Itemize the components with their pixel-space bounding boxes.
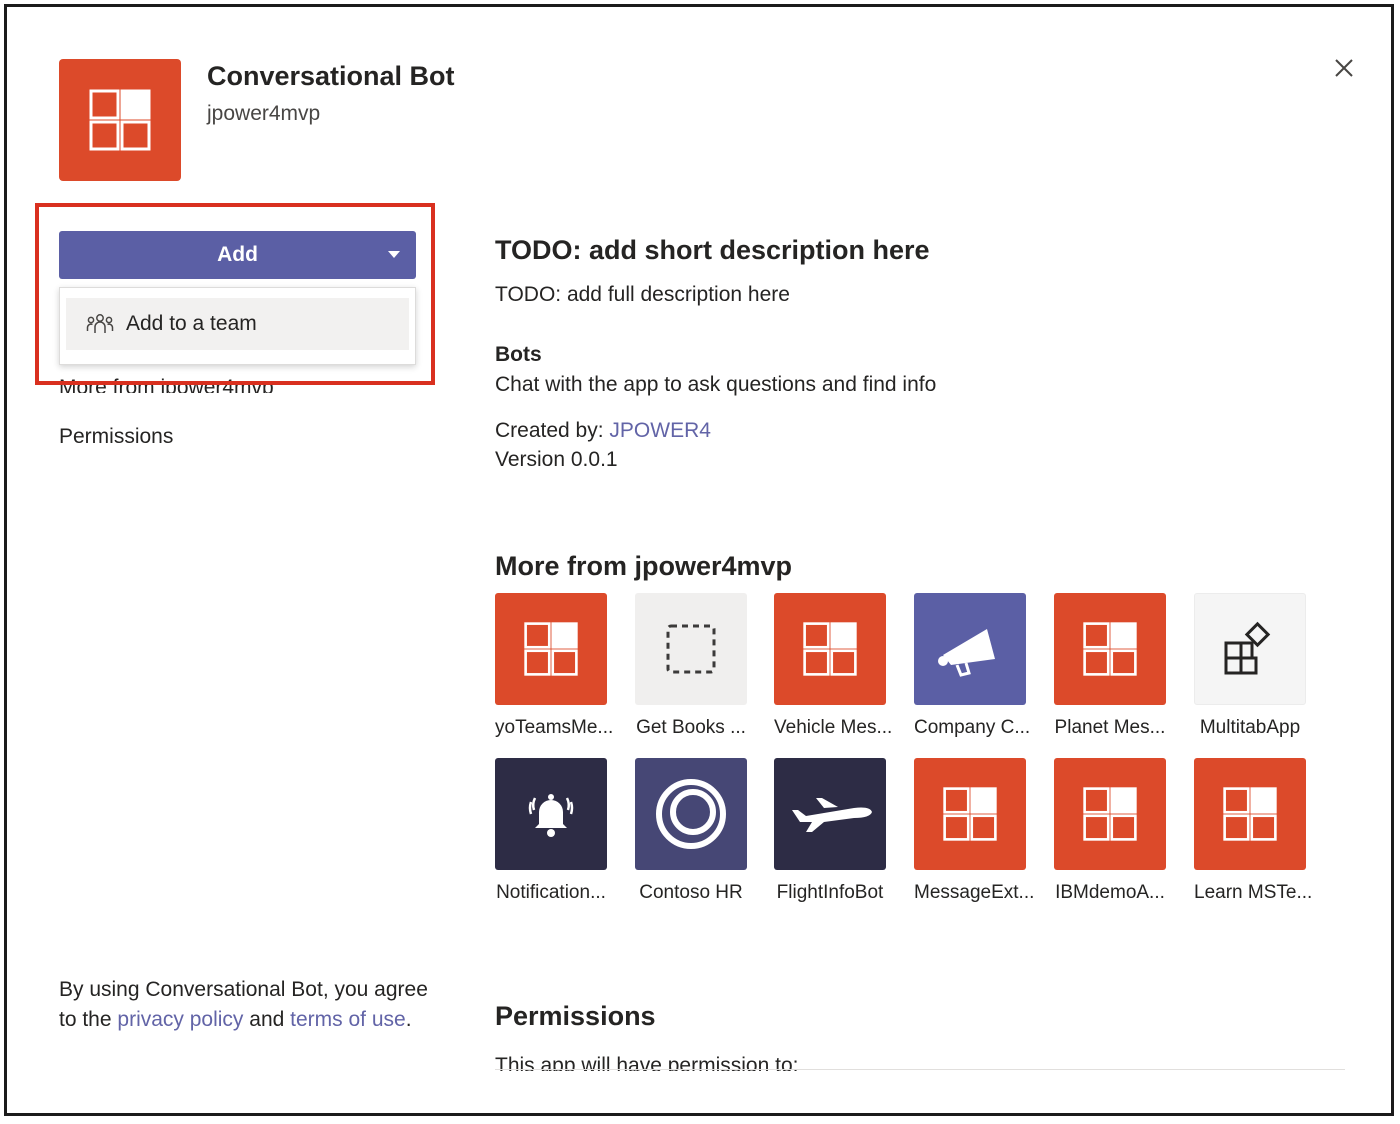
app-title: Conversational Bot [207, 61, 455, 91]
app-tile[interactable]: Notification... [495, 758, 607, 904]
app-tile[interactable]: MessageExt... [914, 758, 1035, 904]
created-by-link[interactable]: JPOWER4 [609, 419, 711, 442]
ring-icon [635, 758, 747, 870]
full-description: TODO: add full description here [495, 283, 790, 306]
close-icon [1335, 59, 1353, 77]
app-details-dialog: Conversational Bot jpower4mvp More from … [4, 4, 1394, 1116]
app-publisher: jpower4mvp [207, 102, 321, 125]
airplane-icon [774, 758, 886, 870]
app-grid-icon [1054, 758, 1166, 870]
created-by-label: Created by: [495, 419, 610, 442]
app-tile-name: yoTeamsMe... [495, 717, 614, 738]
app-tile[interactable]: IBMdemoA... [1054, 758, 1166, 904]
app-tile[interactable]: MultitabApp [1194, 593, 1306, 739]
permissions-text: This app will have permission to: [495, 1054, 799, 1071]
app-grid-icon [914, 758, 1026, 870]
app-grid-icon [495, 593, 607, 705]
app-logo-icon [59, 59, 181, 181]
permissions-nav-link[interactable]: Permissions [59, 425, 173, 449]
app-tile-name: Notification... [496, 882, 606, 903]
app-grid-icon [1054, 593, 1166, 705]
app-tile-name: Get Books ... [636, 717, 746, 738]
megaphone-icon [914, 593, 1026, 705]
more-from-heading: More from jpower4mvp [495, 551, 793, 581]
short-description: TODO: add short description here [495, 235, 930, 265]
apps-add-icon [1194, 593, 1306, 705]
bell-icon [495, 758, 607, 870]
legal-notice: By using Conversational Bot, you agree t… [59, 975, 429, 1035]
app-grid-icon [1194, 758, 1306, 870]
app-tile[interactable]: Get Books ... [635, 593, 747, 739]
created-by: Created by: JPOWER4 [495, 419, 711, 443]
dashed-square-icon [635, 593, 747, 705]
app-tile[interactable]: Learn MSTe... [1194, 758, 1313, 904]
app-tile-name: Learn MSTe... [1194, 882, 1313, 903]
legal-text: and [243, 1008, 291, 1031]
terms-of-use-link[interactable]: terms of use [290, 1008, 406, 1031]
app-grid-icon [774, 593, 886, 705]
bots-heading: Bots [495, 343, 542, 366]
app-tile-name: FlightInfoBot [776, 882, 884, 903]
app-tile[interactable]: Planet Mes... [1054, 593, 1166, 739]
app-tile-name: Planet Mes... [1054, 717, 1166, 738]
permissions-heading: Permissions [495, 1001, 656, 1031]
bots-description: Chat with the app to ask questions and f… [495, 373, 937, 396]
legal-text: . [405, 1008, 412, 1031]
app-tile-name: Contoso HR [639, 882, 743, 903]
app-tile[interactable]: FlightInfoBot [774, 758, 886, 904]
divider [495, 1069, 1345, 1070]
app-tile-name: MultitabApp [1199, 717, 1301, 738]
version: Version 0.0.1 [495, 448, 618, 471]
privacy-policy-link[interactable]: privacy policy [117, 1008, 243, 1031]
app-tile-name: Vehicle Mes... [774, 717, 893, 738]
close-button[interactable] [1329, 53, 1359, 83]
app-tile[interactable]: Contoso HR [635, 758, 747, 904]
app-tile-name: Company C... [914, 717, 1031, 738]
app-tile-name: MessageExt... [914, 882, 1035, 903]
app-tile-name: IBMdemoA... [1055, 882, 1165, 903]
app-tile[interactable]: yoTeamsMe... [495, 593, 614, 739]
app-tile[interactable]: Company C... [914, 593, 1031, 739]
app-tile[interactable]: Vehicle Mes... [774, 593, 893, 739]
highlight-annotation [35, 203, 435, 385]
